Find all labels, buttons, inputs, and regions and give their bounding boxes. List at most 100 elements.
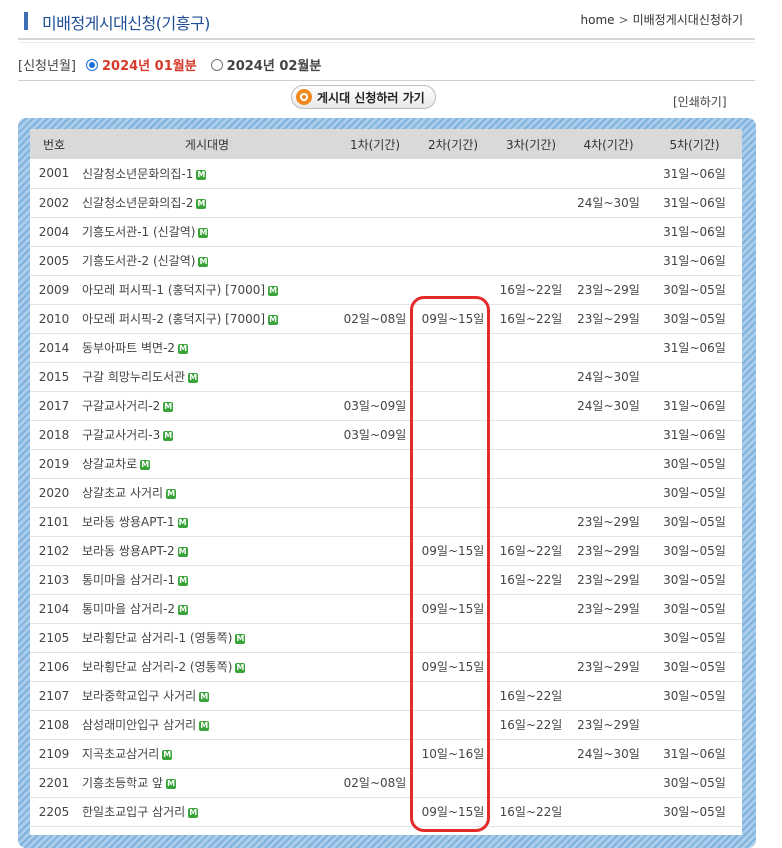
table-row: 2015 구갈 희망누리도서관 M 24일~30일 bbox=[30, 362, 742, 391]
billboard-name[interactable]: 구갈교사거리-3 bbox=[82, 428, 160, 442]
billboard-name[interactable]: 삼성래미안입구 삼거리 bbox=[82, 718, 196, 732]
row-number: 2001 bbox=[38, 166, 70, 181]
map-icon[interactable]: M bbox=[163, 431, 174, 441]
row-number: 2004 bbox=[38, 224, 70, 239]
billboard-table-container: 번호 게시대명 1차(기간) 2차(기간) 3차(기간) 4차(기간) 5차(기… bbox=[30, 129, 742, 835]
row-period-5: 30일~05일 bbox=[663, 283, 726, 297]
row-period-4: 23일~29일 bbox=[577, 602, 640, 616]
table-row: 2105 보라횡단교 삼거리-1 (영통쪽) M 30일~05일 bbox=[30, 623, 742, 652]
breadcrumb-home[interactable]: home bbox=[581, 13, 615, 27]
radio-unselected-icon[interactable] bbox=[210, 58, 223, 71]
row-period-4 bbox=[570, 246, 647, 275]
table-row: 2010 아모레 퍼시픽-2 (홍덕지구) [7000] M 02일~08일 09일~1… bbox=[30, 304, 742, 333]
row-period-2 bbox=[414, 217, 492, 246]
row-name-cell: 구갈교사거리-2 M bbox=[78, 391, 336, 420]
row-period-1 bbox=[336, 333, 414, 362]
billboard-name[interactable]: 보라중학교입구 사거리 bbox=[82, 689, 196, 703]
billboard-name[interactable]: 기흥초등학교 앞 bbox=[82, 776, 163, 790]
map-icon[interactable]: M bbox=[177, 547, 188, 557]
map-icon[interactable]: M bbox=[166, 779, 177, 789]
billboard-name[interactable]: 신갈청소년문화의집-1 bbox=[82, 167, 193, 181]
table-row: 2020 상갈초교 사거리 M 30일~05일 bbox=[30, 478, 742, 507]
row-period-4 bbox=[570, 623, 647, 652]
row-period-1 bbox=[336, 797, 414, 826]
billboard-name[interactable]: 아모레 퍼시픽-1 (홍덕지구) [7000] bbox=[82, 283, 265, 297]
billboard-name[interactable]: 신갈청소년문화의집-2 bbox=[82, 196, 193, 210]
map-icon[interactable]: M bbox=[162, 750, 173, 760]
row-period-1 bbox=[336, 362, 414, 391]
row-period-1 bbox=[336, 623, 414, 652]
billboard-table-frame: 번호 게시대명 1차(기간) 2차(기간) 3차(기간) 4차(기간) 5차(기… bbox=[18, 118, 756, 848]
billboard-name[interactable]: 동부아파트 벽면-2 bbox=[82, 341, 175, 355]
row-period-4: 23일~29일 bbox=[577, 312, 640, 326]
apply-billboard-button[interactable]: 게시대 신청하러 가기 bbox=[291, 85, 436, 109]
billboard-name[interactable]: 아모레 퍼시픽-2 (홍덕지구) [7000] bbox=[82, 312, 265, 326]
billboard-name[interactable]: 구갈교사거리-2 bbox=[82, 399, 160, 413]
map-icon[interactable]: M bbox=[198, 228, 209, 238]
row-period-1 bbox=[336, 188, 414, 217]
row-period-4 bbox=[570, 681, 647, 710]
table-row: 2017 구갈교사거리-2 M 03일~09일 24일~30일 31일~06일 bbox=[30, 391, 742, 420]
map-icon[interactable]: M bbox=[166, 489, 177, 499]
map-icon[interactable]: M bbox=[188, 373, 199, 383]
row-name-cell: 상갈초교 사거리 M bbox=[78, 478, 336, 507]
map-icon[interactable]: M bbox=[196, 169, 207, 180]
row-period-3: 16일~22일 bbox=[499, 283, 563, 297]
billboard-name[interactable]: 보라동 쌍용APT-2 bbox=[82, 544, 175, 558]
row-period-2: 09일~15일 bbox=[421, 312, 485, 326]
billboard-name[interactable]: 상갈교차로 bbox=[82, 457, 137, 471]
billboard-name[interactable]: 한일초교입구 삼거리 bbox=[82, 805, 185, 819]
table-row: 2103 통미마을 삼거리-1 M 16일~22일 23일~29일 30일~05일 bbox=[30, 565, 742, 594]
row-period-3: 16일~22일 bbox=[499, 805, 563, 819]
billboard-name[interactable]: 통미마을 삼거리-1 bbox=[82, 573, 175, 587]
apply-button-label[interactable]: 게시대 신청하러 가기 bbox=[317, 89, 425, 106]
map-icon[interactable]: M bbox=[177, 518, 188, 528]
row-period-2 bbox=[414, 420, 492, 449]
row-name-cell: 구갈 희망누리도서관 M bbox=[78, 362, 336, 391]
row-period-3 bbox=[492, 217, 570, 246]
row-number: 2103 bbox=[38, 572, 70, 587]
table-row: 2004 기흥도서관-1 (신갈역) M 31일~06일 bbox=[30, 217, 742, 246]
row-period-4: 23일~29일 bbox=[577, 283, 640, 297]
print-link[interactable]: [인쇄하기] bbox=[673, 93, 727, 110]
billboard-name[interactable]: 보라횡단교 삼거리-2 (영통쪽) bbox=[82, 660, 232, 674]
row-period-1: 02일~08일 bbox=[343, 312, 407, 326]
billboard-name[interactable]: 보라동 쌍용APT-1 bbox=[82, 515, 175, 529]
month-option-feb[interactable]: 2024년 02월분 bbox=[210, 55, 322, 74]
map-icon[interactable]: M bbox=[178, 344, 189, 354]
map-icon[interactable]: M bbox=[178, 605, 189, 615]
map-icon[interactable]: M bbox=[198, 257, 209, 267]
row-period-5: 30일~05일 bbox=[663, 805, 726, 819]
map-icon[interactable]: M bbox=[199, 692, 210, 702]
row-period-3: 16일~22일 bbox=[499, 544, 563, 558]
map-icon[interactable]: M bbox=[199, 721, 210, 731]
month-option-label[interactable]: 2024년 02월분 bbox=[227, 55, 322, 74]
billboard-name[interactable]: 통미마을 삼거리-2 bbox=[82, 602, 175, 616]
col-header-period-4: 4차(기간) bbox=[583, 137, 634, 152]
map-icon[interactable]: M bbox=[196, 199, 207, 209]
row-period-3 bbox=[492, 449, 570, 478]
row-period-2 bbox=[414, 159, 492, 188]
map-icon[interactable]: M bbox=[235, 663, 246, 673]
map-icon[interactable]: M bbox=[235, 634, 246, 644]
map-icon[interactable]: M bbox=[268, 286, 279, 296]
billboard-name[interactable]: 기흥도서관-2 (신갈역) bbox=[82, 254, 195, 268]
map-icon[interactable]: M bbox=[188, 808, 199, 818]
billboard-name[interactable]: 지곡초교삼거리 bbox=[82, 747, 159, 761]
map-icon[interactable]: M bbox=[140, 460, 151, 470]
map-icon[interactable]: M bbox=[163, 402, 174, 412]
map-icon[interactable]: M bbox=[178, 576, 189, 586]
radio-selected-icon[interactable] bbox=[85, 58, 98, 71]
billboard-name[interactable]: 상갈초교 사거리 bbox=[82, 486, 163, 500]
billboard-name[interactable]: 구갈 희망누리도서관 bbox=[82, 370, 185, 384]
row-period-5: 31일~06일 bbox=[663, 399, 726, 413]
row-number: 2009 bbox=[38, 282, 70, 297]
row-period-1: 02일~08일 bbox=[343, 776, 407, 790]
billboard-name[interactable]: 기흥도서관-1 (신갈역) bbox=[82, 225, 195, 239]
row-number: 2020 bbox=[38, 485, 70, 500]
month-option-jan[interactable]: 2024년 01월분 bbox=[85, 55, 197, 74]
month-option-label[interactable]: 2024년 01월분 bbox=[102, 55, 197, 74]
billboard-name[interactable]: 보라횡단교 삼거리-1 (영통쪽) bbox=[82, 631, 232, 645]
map-icon[interactable]: M bbox=[268, 315, 279, 325]
row-period-3: 16일~22일 bbox=[499, 573, 563, 587]
